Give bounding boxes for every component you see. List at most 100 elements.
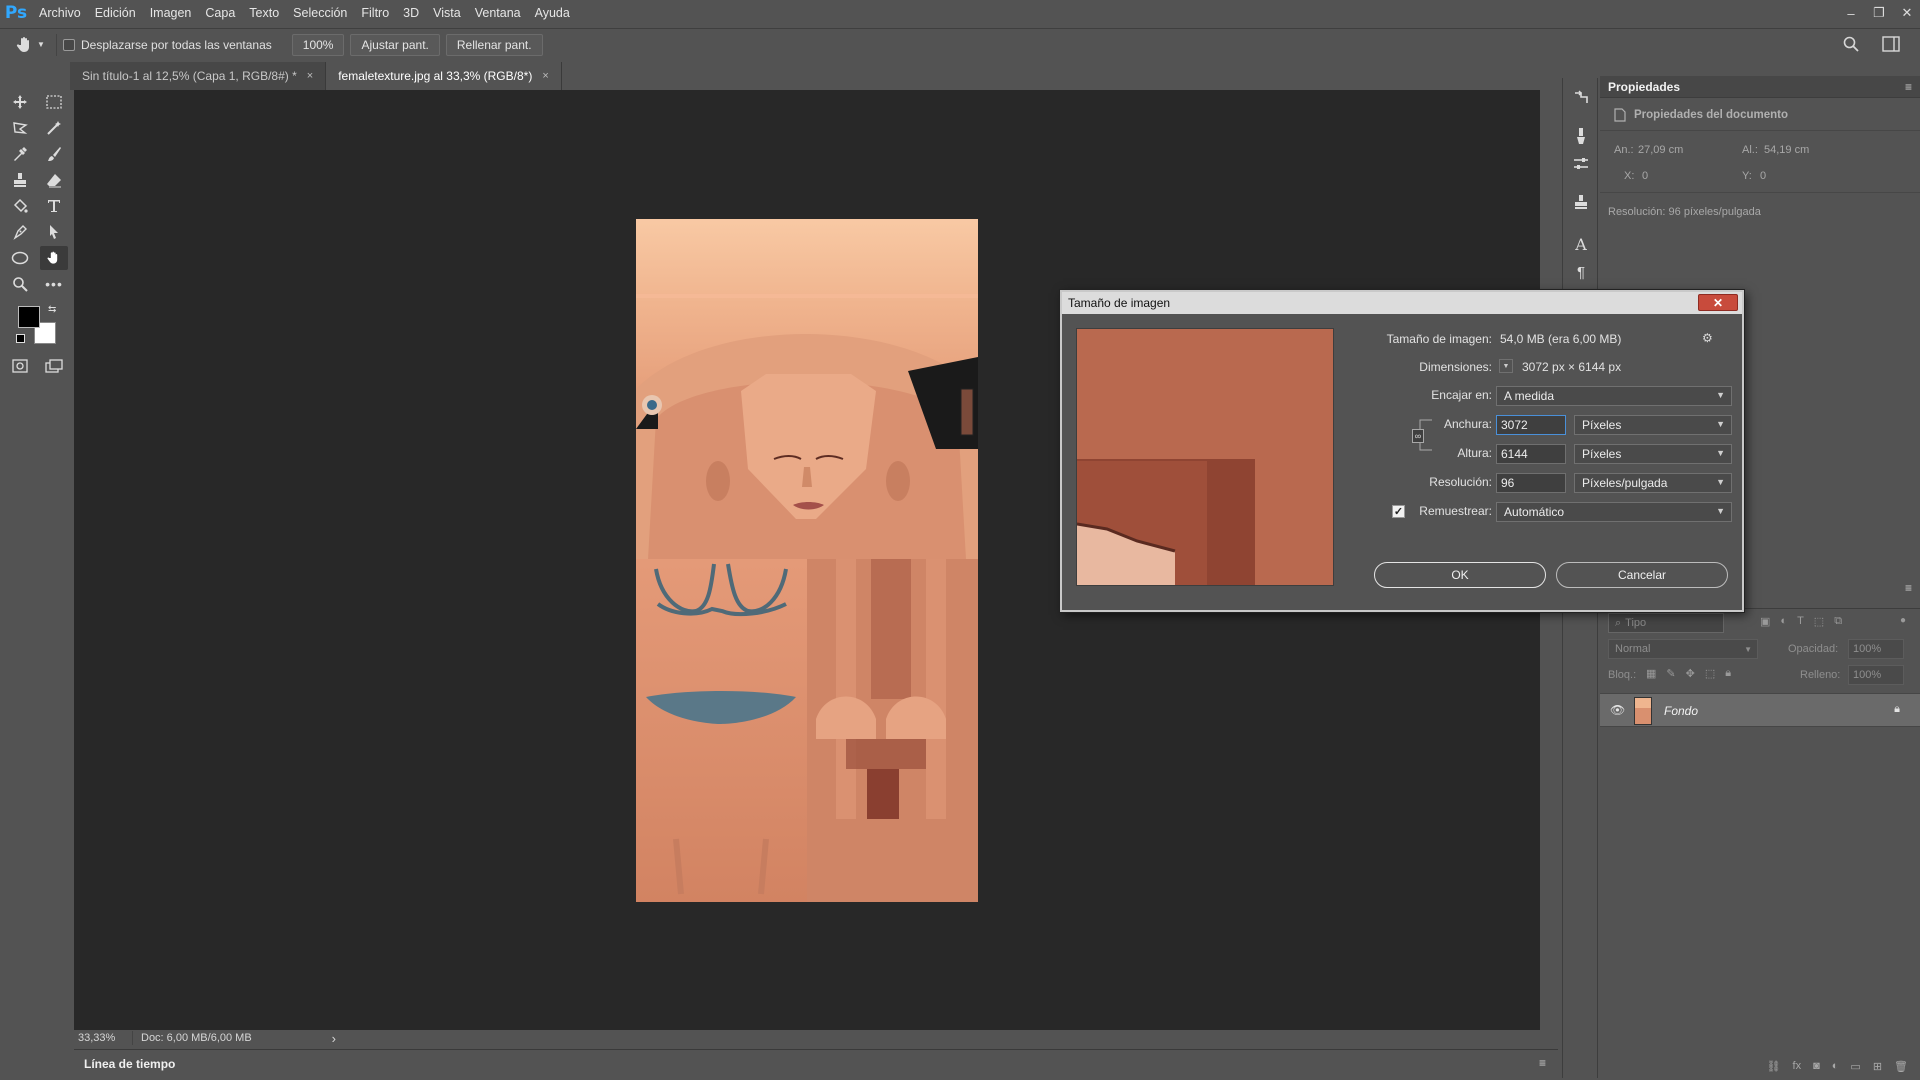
constrain-proportions-icon[interactable]: ∞ <box>1412 429 1424 443</box>
height-unit-select[interactable]: Píxeles ▼ <box>1574 444 1732 464</box>
screen-mode-button[interactable] <box>40 354 68 378</box>
stamp-tool[interactable] <box>6 168 34 192</box>
lasso-tool[interactable] <box>6 116 34 140</box>
clone-source-icon[interactable] <box>1571 192 1591 212</box>
add-mask-icon[interactable]: ◙ <box>1813 1060 1820 1072</box>
history-icon[interactable] <box>1571 88 1591 108</box>
width-unit-select[interactable]: Píxeles ▼ <box>1574 415 1732 435</box>
zoom-100-button[interactable]: 100% <box>291 33 345 56</box>
panel-menu-icon[interactable]: ≡ <box>1905 581 1912 595</box>
restore-button[interactable]: ❐ <box>1872 5 1886 21</box>
fit-screen-button[interactable]: Ajustar pant. <box>350 33 440 56</box>
lock-artboard-icon[interactable]: ⬚ <box>1705 667 1715 680</box>
quick-mask-button[interactable] <box>6 354 34 378</box>
visibility-eye-icon[interactable]: 👁︎ <box>1610 703 1625 717</box>
new-group-icon[interactable]: ▭ <box>1850 1060 1860 1073</box>
layer-name[interactable]: Fondo <box>1664 704 1698 718</box>
resolution-unit-select[interactable]: Píxeles/pulgada ▼ <box>1574 473 1732 493</box>
workspace-icon[interactable] <box>1882 36 1900 55</box>
resample-select[interactable]: Automático ▼ <box>1496 502 1732 522</box>
filter-toggle-icon[interactable]: ● <box>1900 615 1906 626</box>
hand-tool[interactable] <box>40 246 68 270</box>
character-icon[interactable]: A <box>1571 234 1591 254</box>
magic-wand-tool[interactable] <box>40 116 68 140</box>
paint-bucket-tool[interactable] <box>6 194 34 218</box>
lock-transparent-icon[interactable]: ▦ <box>1646 667 1656 680</box>
zoom-level[interactable]: 33,33% <box>74 1032 124 1044</box>
type-tool[interactable] <box>40 194 68 218</box>
panel-menu-icon[interactable]: ≡ <box>1539 1056 1546 1070</box>
move-tool[interactable] <box>6 90 34 114</box>
pen-tool[interactable] <box>6 220 34 244</box>
link-layers-icon[interactable]: ⛓ <box>1767 1060 1781 1073</box>
adjustments-icon[interactable] <box>1571 154 1591 174</box>
marquee-tool[interactable] <box>40 90 68 114</box>
height-input[interactable]: 6144 <box>1496 444 1566 464</box>
more-tools[interactable]: ••• <box>40 272 68 296</box>
menu-seleccion[interactable]: Selección <box>286 0 354 26</box>
menu-ayuda[interactable]: Ayuda <box>528 0 577 26</box>
filter-image-icon[interactable]: ▣ <box>1760 615 1770 628</box>
new-layer-icon[interactable]: ⊞ <box>1873 1060 1882 1073</box>
fill-field[interactable]: 100% <box>1848 665 1904 685</box>
menu-vista[interactable]: Vista <box>426 0 468 26</box>
opacity-field[interactable]: 100% <box>1848 639 1904 659</box>
dialog-titlebar[interactable]: Tamaño de imagen ✕ <box>1062 292 1742 314</box>
lock-position-icon[interactable]: ✥ <box>1686 667 1695 680</box>
swap-colors-icon[interactable]: ⇆ <box>48 304 56 315</box>
filter-smart-icon[interactable]: ⧉ <box>1834 615 1842 628</box>
filter-shape-icon[interactable]: ⬚ <box>1814 615 1824 628</box>
layer-filter-search[interactable]: ⌕ Tipo <box>1608 613 1724 633</box>
fit-to-select[interactable]: A medida ▼ <box>1496 386 1732 406</box>
hand-tool-preset[interactable]: ▼ <box>10 30 50 60</box>
paragraph-icon[interactable]: ¶ <box>1571 262 1591 282</box>
path-selection-tool[interactable] <box>40 220 68 244</box>
brush-settings-icon[interactable] <box>1571 126 1591 146</box>
tab-sin-titulo[interactable]: Sin título-1 al 12,5% (Capa 1, RGB/8#) *… <box>70 62 327 90</box>
eraser-tool[interactable] <box>40 168 68 192</box>
ok-button[interactable]: OK <box>1374 562 1546 588</box>
fill-screen-button[interactable]: Rellenar pant. <box>445 33 543 56</box>
filter-adjust-icon[interactable]: ◐ <box>1780 615 1787 628</box>
fx-icon[interactable]: fx <box>1793 1060 1802 1072</box>
menu-ventana[interactable]: Ventana <box>468 0 528 26</box>
menu-archivo[interactable]: Archivo <box>32 0 88 26</box>
gear-icon[interactable]: ⚙ <box>1702 331 1713 345</box>
timeline-tab[interactable]: Línea de tiempo <box>74 1057 175 1071</box>
menu-texto[interactable]: Texto <box>242 0 286 26</box>
document-image[interactable] <box>636 219 978 902</box>
menu-filtro[interactable]: Filtro <box>354 0 396 26</box>
dimensions-dropdown[interactable]: ▼ <box>1499 359 1513 373</box>
properties-title[interactable]: Propiedades <box>1608 80 1680 94</box>
ellipse-tool[interactable] <box>6 246 34 270</box>
menu-imagen[interactable]: Imagen <box>143 0 199 26</box>
resample-checkbox[interactable]: ✓ <box>1392 505 1405 518</box>
dialog-close-button[interactable]: ✕ <box>1698 294 1738 311</box>
image-preview[interactable] <box>1076 328 1334 586</box>
close-icon[interactable]: × <box>307 70 313 82</box>
foreground-color[interactable] <box>18 306 40 328</box>
adjustment-layer-icon[interactable]: ◐ <box>1832 1060 1839 1072</box>
lock-all-icon[interactable]: 🔒︎ <box>1725 667 1731 680</box>
zoom-tool[interactable] <box>6 272 34 296</box>
close-icon[interactable]: × <box>542 70 548 82</box>
status-menu-arrow[interactable]: › <box>332 1031 336 1046</box>
default-colors-icon[interactable] <box>16 334 25 343</box>
minimize-button[interactable]: – <box>1844 6 1858 21</box>
tab-femaletexture[interactable]: femaletexture.jpg al 33,3% (RGB/8*) × <box>326 62 562 90</box>
blend-mode-select[interactable]: Normal ▼ <box>1608 639 1758 659</box>
search-icon[interactable] <box>1842 35 1860 56</box>
menu-capa[interactable]: Capa <box>198 0 242 26</box>
eyedropper-tool[interactable] <box>6 142 34 166</box>
menu-3d[interactable]: 3D <box>396 0 426 26</box>
filter-type-icon[interactable]: T <box>1797 615 1804 628</box>
menu-edicion[interactable]: Edición <box>88 0 143 26</box>
scroll-all-checkbox[interactable] <box>63 38 75 51</box>
close-window-button[interactable]: ✕ <box>1900 5 1914 21</box>
lock-image-icon[interactable]: ✎ <box>1666 667 1675 680</box>
brush-tool[interactable] <box>40 142 68 166</box>
resolution-input[interactable]: 96 <box>1496 473 1566 493</box>
panel-menu-icon[interactable]: ≡ <box>1905 80 1912 94</box>
width-input[interactable]: 3072 <box>1496 415 1566 435</box>
cancel-button[interactable]: Cancelar <box>1556 562 1728 588</box>
